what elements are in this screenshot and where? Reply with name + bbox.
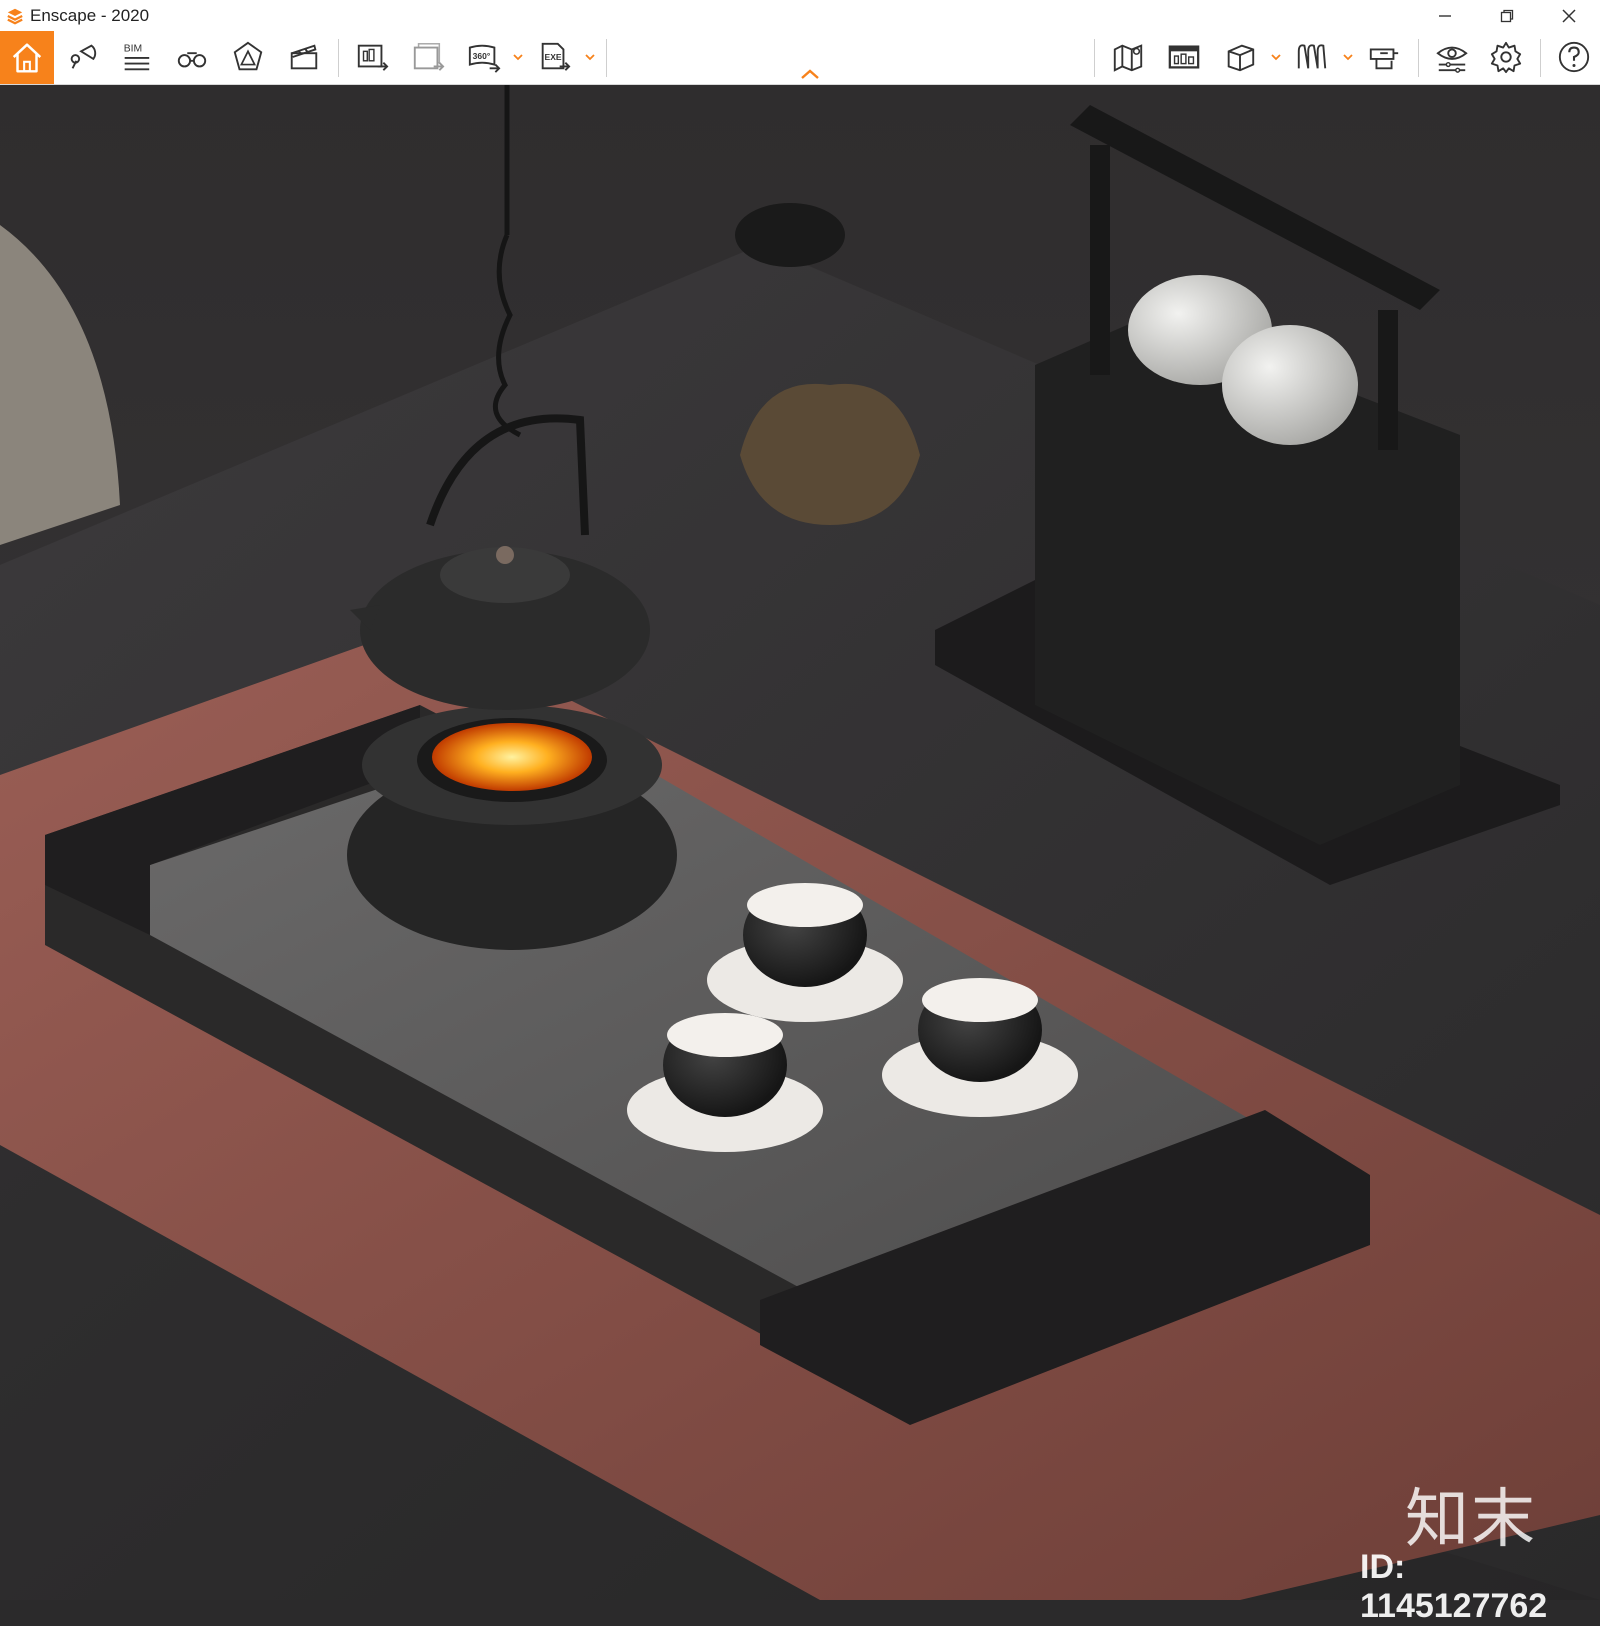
panorama-360-icon: 360° <box>468 44 501 73</box>
visual-settings-icon <box>1436 46 1468 73</box>
settings-button[interactable] <box>1484 35 1528 79</box>
window-controls <box>1414 0 1600 31</box>
kettle-knob <box>496 546 514 564</box>
map-icon <box>1113 44 1143 72</box>
home-button[interactable] <box>0 31 54 84</box>
close-button[interactable] <box>1538 0 1600 31</box>
bim-button[interactable]: BIM <box>114 35 158 79</box>
chevron-down-icon[interactable] <box>584 51 596 63</box>
fire <box>432 723 592 791</box>
walk-mode-button[interactable] <box>170 35 214 79</box>
export-exe-button[interactable]: EXE <box>532 35 576 79</box>
bim-label: BIM <box>124 43 142 54</box>
chevron-down-icon[interactable] <box>1270 51 1282 63</box>
collaboration-button[interactable] <box>1362 35 1406 79</box>
collaboration-icon <box>1369 48 1399 70</box>
map-button[interactable] <box>1106 35 1150 79</box>
white-jar-small <box>1222 325 1358 445</box>
close-icon <box>1562 8 1576 23</box>
render-image-icon <box>357 44 389 71</box>
chevron-down-icon[interactable] <box>512 51 524 63</box>
binoculars-icon <box>177 52 207 68</box>
material-cube-icon <box>1227 44 1255 72</box>
stone-object <box>735 203 845 267</box>
asset-library-button[interactable] <box>1162 35 1206 79</box>
visual-settings-button[interactable] <box>1430 35 1474 79</box>
batch-render-button[interactable] <box>406 35 450 79</box>
toolbar-separator <box>1418 39 1419 77</box>
enscape-logo-icon <box>7 8 23 24</box>
cabinet-post-left <box>1090 145 1110 375</box>
minimize-icon <box>1439 14 1451 17</box>
atmosphere-button[interactable] <box>226 35 270 79</box>
asset-library-icon <box>1168 45 1200 69</box>
restore-button[interactable] <box>1476 0 1538 31</box>
video-editor-button[interactable] <box>282 35 326 79</box>
help-button[interactable] <box>1552 35 1596 79</box>
bim-icon: BIM <box>124 43 150 71</box>
views-button[interactable] <box>60 35 104 79</box>
render-viewport[interactable] <box>0 85 1600 1600</box>
panorama-button[interactable]: 360° <box>462 35 506 79</box>
vr-icon <box>1297 44 1327 69</box>
exe-label: EXE <box>545 52 562 62</box>
collapse-toolbar-icon[interactable] <box>799 67 821 81</box>
window-title: Enscape - 2020 <box>30 5 150 25</box>
toolbar-separator <box>606 39 607 77</box>
atmosphere-icon <box>233 41 263 71</box>
batch-render-icon <box>413 43 445 71</box>
help-icon <box>1558 41 1590 73</box>
enscape-toolbar: BIM 360° EXE <box>0 31 1600 85</box>
settings-icon <box>1490 41 1522 74</box>
video-editor-icon <box>290 44 318 70</box>
render-image-button[interactable] <box>350 35 394 79</box>
material-button[interactable] <box>1218 35 1262 79</box>
cabinet-post-right <box>1378 310 1398 450</box>
views-icon <box>70 44 97 69</box>
minimize-button[interactable] <box>1414 0 1476 31</box>
vr-button[interactable] <box>1290 35 1334 79</box>
chevron-down-icon[interactable] <box>1342 51 1354 63</box>
restore-icon <box>1500 9 1514 22</box>
export-exe-icon: EXE <box>541 42 571 71</box>
toolbar-separator <box>1094 39 1095 77</box>
watermark-logo: 知末 <box>1405 1483 1537 1557</box>
toolbar-separator <box>1540 39 1541 77</box>
title-bar: Enscape - 2020 <box>0 0 1600 31</box>
panorama-label: 360° <box>473 51 491 61</box>
watermark-id: ID: 1145127762 <box>1360 1548 1548 1625</box>
home-icon <box>12 42 42 73</box>
toolbar-separator <box>338 39 339 77</box>
